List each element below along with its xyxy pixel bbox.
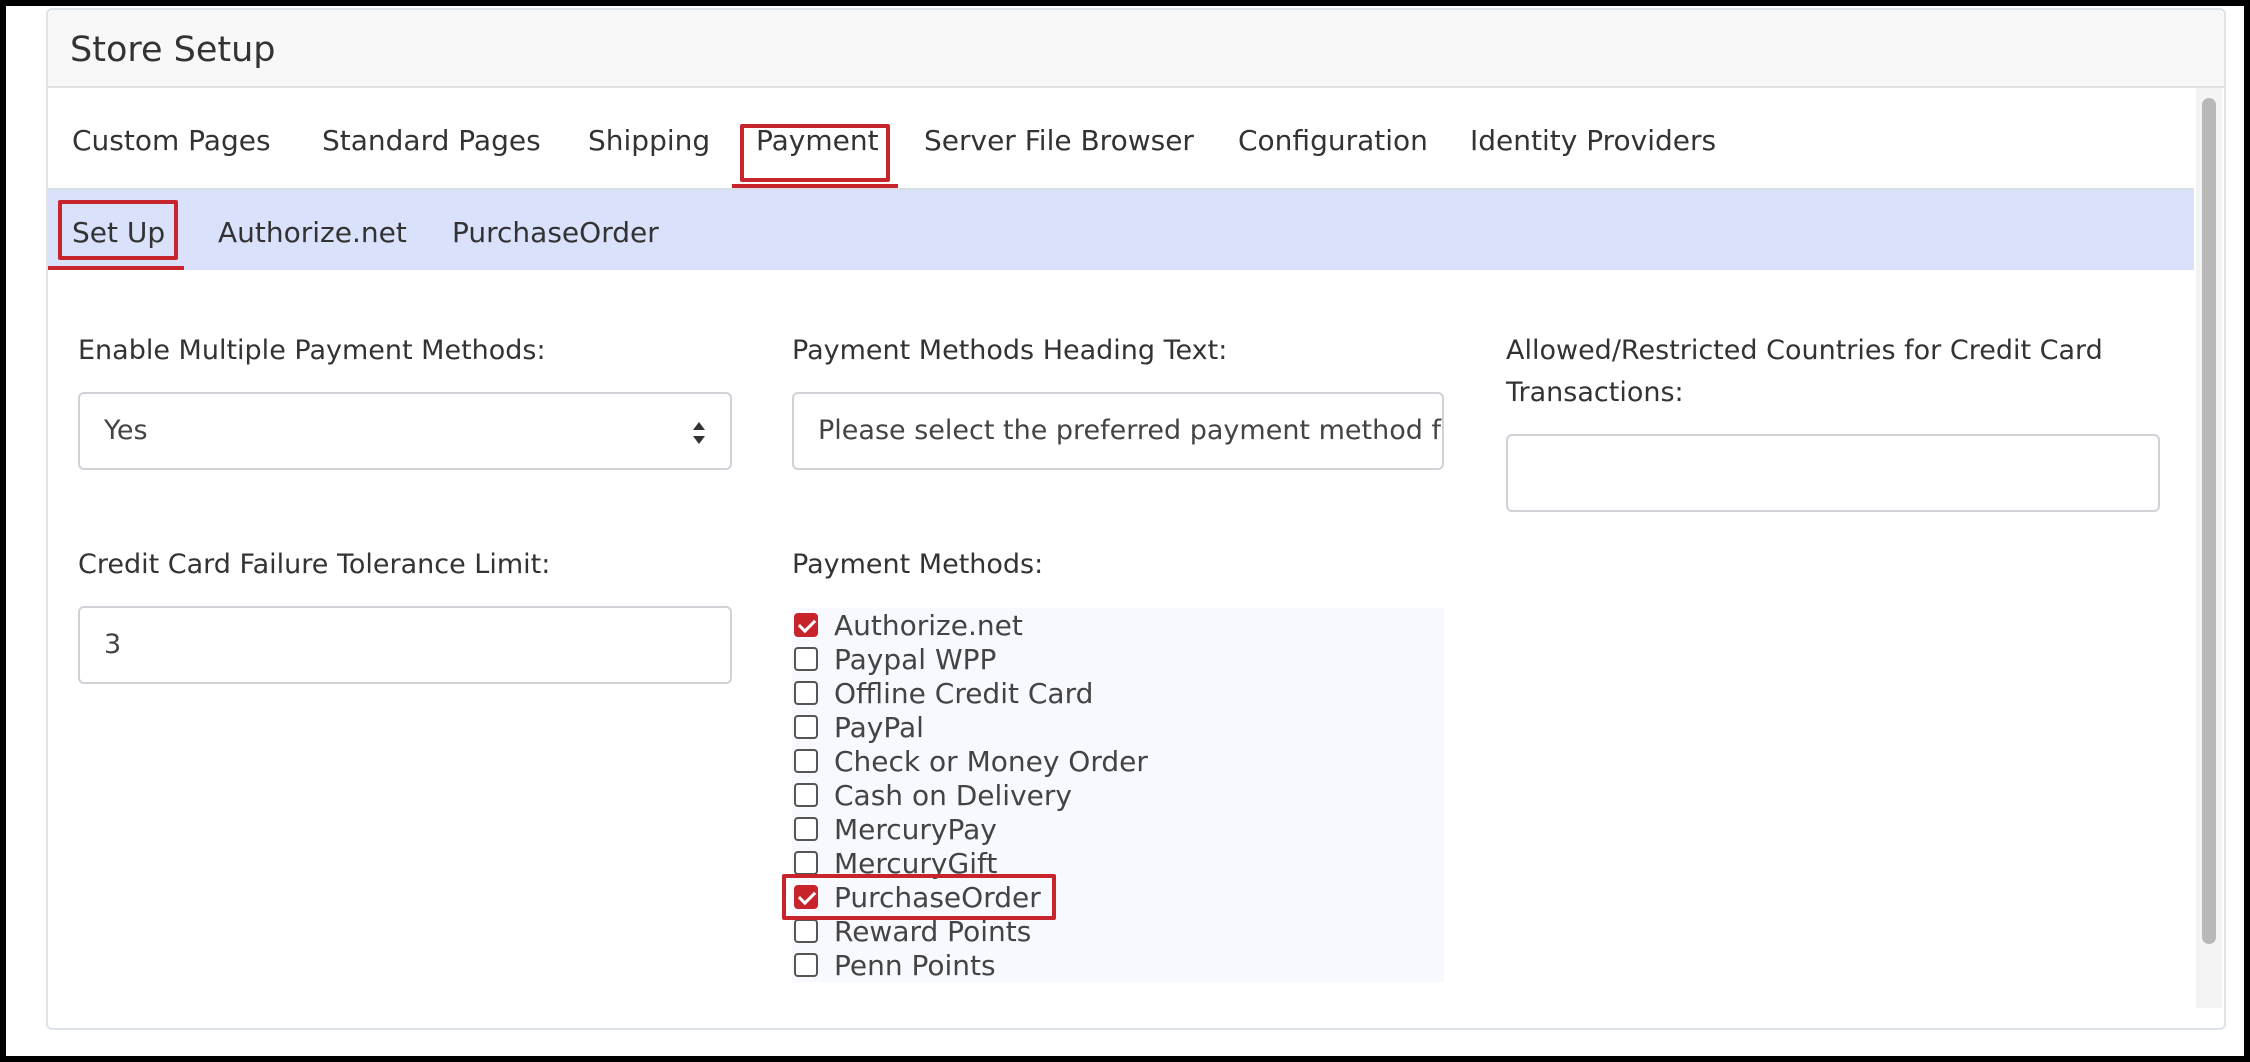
payment-method-item[interactable]: Authorize.net — [792, 608, 1023, 642]
payment-method-item[interactable]: MercuryPay — [792, 812, 997, 846]
tab-shipping[interactable]: Shipping — [588, 124, 710, 157]
panel-header: Store Setup — [48, 10, 2224, 88]
scrollbar-thumb[interactable] — [2202, 98, 2216, 944]
scrollbar[interactable] — [2196, 88, 2222, 1008]
store-setup-panel: Store Setup Custom Pages Standard Pages … — [46, 8, 2226, 1030]
payment-method-label: Offline Credit Card — [834, 676, 1094, 710]
payment-method-label: Cash on Delivery — [834, 778, 1072, 812]
payment-method-label: Check or Money Order — [834, 744, 1148, 778]
active-subtab-indicator — [48, 266, 184, 270]
payment-method-item[interactable]: Offline Credit Card — [792, 676, 1093, 710]
allowed-countries-input[interactable] — [1506, 434, 2160, 512]
screen: Store Setup Custom Pages Standard Pages … — [6, 6, 2244, 1056]
payment-method-checkbox[interactable] — [794, 817, 818, 841]
failure-limit-input[interactable]: 3 — [78, 606, 732, 684]
failure-limit-label: Credit Card Failure Tolerance Limit: — [78, 549, 551, 580]
tab-standard-pages[interactable]: Standard Pages — [322, 124, 541, 157]
payment-method-item[interactable]: Cash on Delivery — [792, 778, 1072, 812]
payment-method-checkbox[interactable] — [794, 715, 818, 739]
page-title: Store Setup — [70, 30, 276, 70]
allowed-countries-label-line2: Transactions: — [1506, 377, 1684, 408]
payment-method-item[interactable]: Paypal WPP — [792, 642, 996, 676]
payment-method-checkbox[interactable] — [794, 681, 818, 705]
payment-method-checkbox[interactable] — [794, 613, 818, 637]
payment-method-checkbox[interactable] — [794, 919, 818, 943]
payment-method-item[interactable]: Penn Points — [792, 948, 996, 982]
main-tabs: Custom Pages Standard Pages Shipping Pay… — [48, 88, 2194, 190]
heading-text-input[interactable]: Please select the preferred payment meth… — [792, 392, 1444, 470]
tab-identity-providers[interactable]: Identity Providers — [1470, 124, 1716, 157]
tab-custom-pages[interactable]: Custom Pages — [72, 124, 271, 157]
payment-method-checkbox[interactable] — [794, 783, 818, 807]
sort-arrows-icon — [693, 422, 705, 444]
payment-tab-highlight — [740, 124, 890, 182]
payment-method-checkbox[interactable] — [794, 953, 818, 977]
sub-tabs: Set Up Authorize.net PurchaseOrder — [48, 190, 2194, 270]
tab-server-file-browser[interactable]: Server File Browser — [924, 124, 1194, 157]
payment-method-checkbox[interactable] — [794, 749, 818, 773]
tab-configuration[interactable]: Configuration — [1238, 124, 1428, 157]
enable-multiple-select[interactable]: Yes — [78, 392, 732, 470]
payment-methods-label: Payment Methods: — [792, 549, 1044, 580]
enable-multiple-label: Enable Multiple Payment Methods: — [78, 335, 546, 366]
payment-method-item[interactable]: PayPal — [792, 710, 924, 744]
payment-method-label: MercuryPay — [834, 812, 997, 846]
payment-method-checkbox[interactable] — [794, 647, 818, 671]
allowed-countries-label-line1: Allowed/Restricted Countries for Credit … — [1506, 335, 2103, 366]
subtab-purchaseorder[interactable]: PurchaseOrder — [452, 216, 659, 249]
setup-subtab-highlight — [58, 200, 178, 260]
enable-multiple-value: Yes — [104, 415, 148, 446]
payment-method-label: Authorize.net — [834, 608, 1023, 642]
payment-method-label: Penn Points — [834, 948, 996, 982]
payment-method-item[interactable]: Check or Money Order — [792, 744, 1148, 778]
heading-text-label: Payment Methods Heading Text: — [792, 335, 1228, 366]
purchaseorder-highlight — [782, 874, 1056, 920]
payment-methods-list: Authorize.net Paypal WPP Offline Credit Ca… — [792, 608, 1444, 982]
payment-method-label: PayPal — [834, 710, 924, 744]
payment-method-label: Paypal WPP — [834, 642, 997, 676]
payment-method-checkbox[interactable] — [794, 851, 818, 875]
active-tab-indicator — [732, 184, 898, 188]
subtab-authorize-net[interactable]: Authorize.net — [218, 216, 407, 249]
